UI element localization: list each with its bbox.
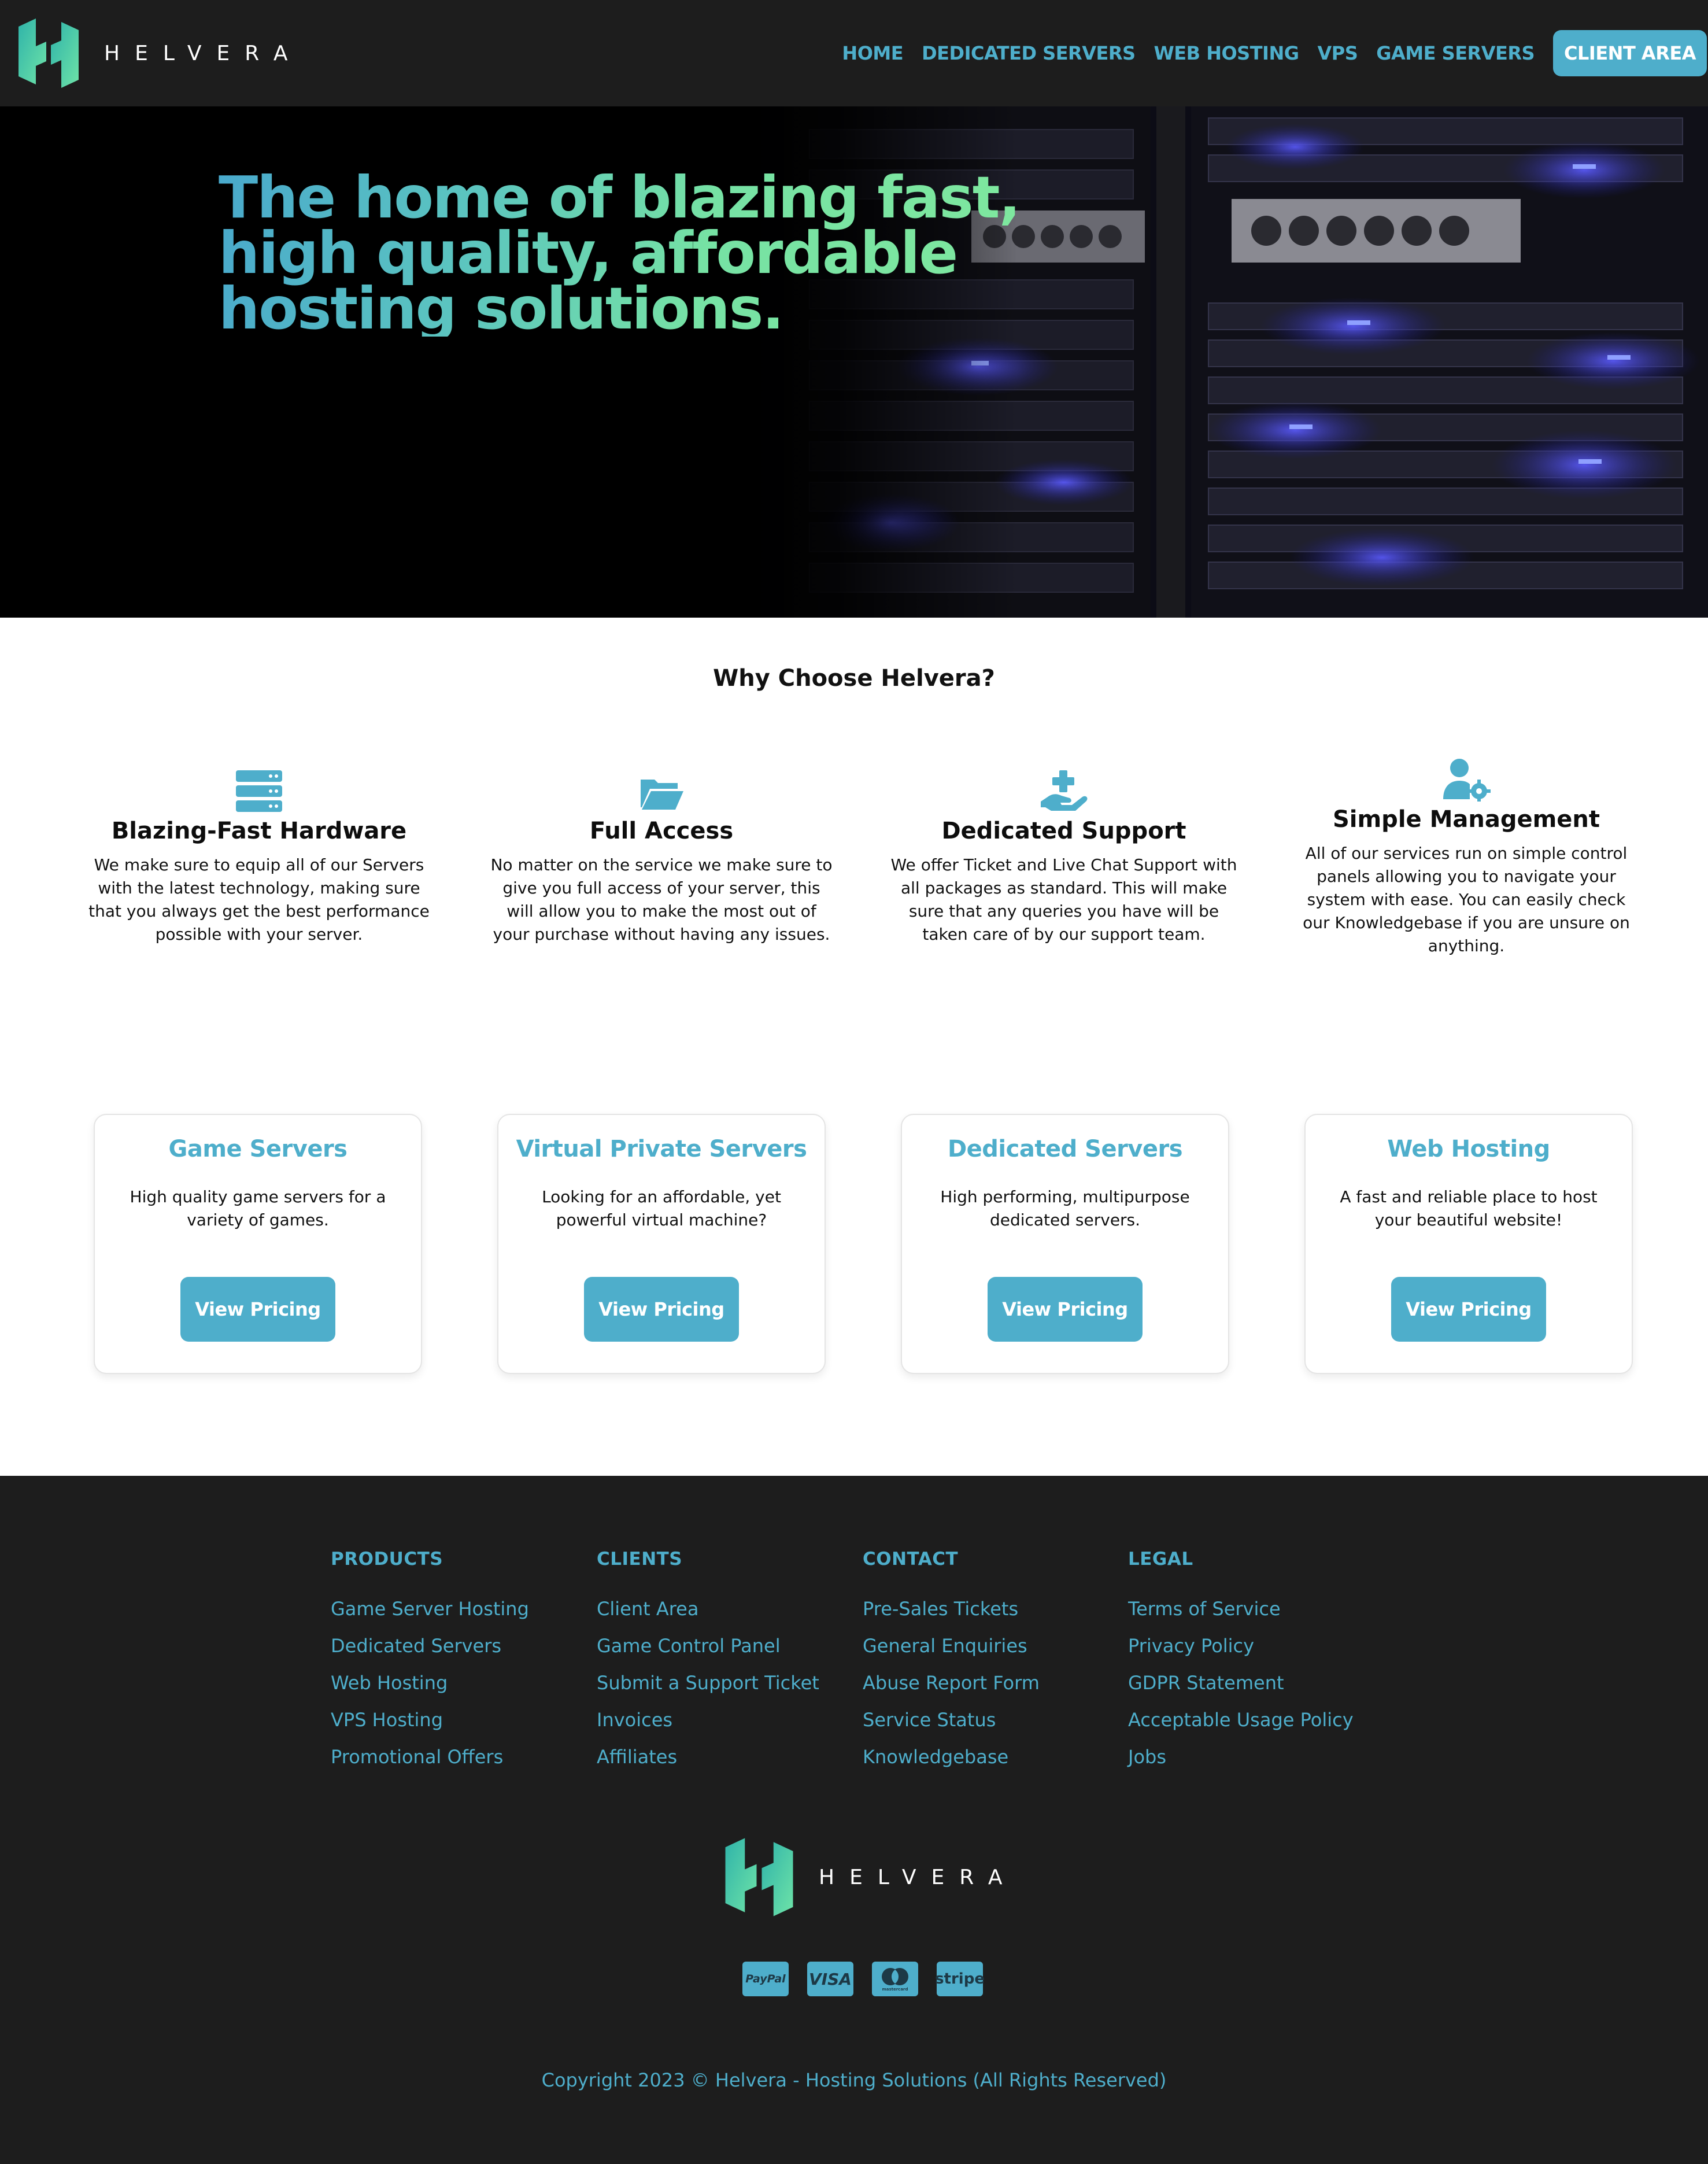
- footer-heading: LEGAL: [1128, 1549, 1193, 1570]
- footer-link[interactable]: Game Control Panel: [597, 1627, 819, 1664]
- footer-link[interactable]: Game Server Hosting: [331, 1590, 529, 1627]
- hero-banner: The home of blazing fast, high quality, …: [0, 106, 1708, 618]
- footer-link[interactable]: General Enquiries: [863, 1627, 1040, 1664]
- footer-link[interactable]: Web Hosting: [331, 1664, 529, 1701]
- folder-open-icon: [641, 780, 683, 810]
- footer-link[interactable]: Affiliates: [597, 1738, 819, 1775]
- hero-headline: The home of blazing fast, high quality, …: [219, 170, 1028, 337]
- site-footer: PRODUCTS Game Server Hosting Dedicated S…: [0, 1476, 1708, 2164]
- footer-heading: CLIENTS: [597, 1549, 683, 1570]
- footer-link[interactable]: Abuse Report Form: [863, 1664, 1040, 1701]
- nav-dedicated-servers[interactable]: DEDICATED SERVERS: [922, 42, 1136, 64]
- footer-heading: CONTACT: [863, 1549, 959, 1570]
- footer-link[interactable]: Jobs: [1128, 1738, 1354, 1775]
- mastercard-icon: mastercard: [872, 1962, 918, 1996]
- hero-line-3: hosting solutions.: [219, 275, 783, 342]
- hand-holding-medical-icon: [1041, 770, 1088, 811]
- feature-title: Blazing-Fast Hardware: [111, 818, 407, 844]
- brand-logo[interactable]: HELVERA: [16, 16, 302, 90]
- feature-full-access: Full Access No matter on the service we …: [482, 769, 841, 946]
- footer-link[interactable]: Dedicated Servers: [331, 1627, 529, 1664]
- product-card-web-hosting: Web Hosting A fast and reliable place to…: [1304, 1114, 1633, 1374]
- server-icon: [236, 770, 282, 812]
- footer-link[interactable]: Submit a Support Ticket: [597, 1664, 819, 1701]
- stripe-icon: stripe: [935, 1962, 985, 1996]
- footer-heading: PRODUCTS: [331, 1549, 443, 1570]
- card-title: Virtual Private Servers: [516, 1136, 807, 1162]
- feature-text: We offer Ticket and Live Chat Support wi…: [890, 855, 1237, 944]
- why-choose-title: Why Choose Helvera?: [713, 665, 995, 692]
- footer-col-legal: LEGAL Terms of Service Privacy Policy GD…: [1128, 1549, 1354, 1775]
- product-card-dedicated: Dedicated Servers High performing, multi…: [901, 1114, 1229, 1374]
- card-text: A fast and reliable place to host your b…: [1340, 1187, 1598, 1229]
- nav-home[interactable]: HOME: [842, 42, 903, 64]
- footer-link[interactable]: GDPR Statement: [1128, 1664, 1354, 1701]
- footer-logo[interactable]: HELVERA: [723, 1836, 1017, 1919]
- product-card-vps: Virtual Private Servers Looking for an a…: [497, 1114, 826, 1374]
- footer-link[interactable]: Invoices: [597, 1701, 819, 1738]
- footer-link[interactable]: Terms of Service: [1128, 1590, 1354, 1627]
- card-title: Dedicated Servers: [947, 1136, 1183, 1162]
- feature-management: Simple Management All of our services ru…: [1287, 758, 1646, 958]
- card-text: High quality game servers for a variety …: [130, 1187, 386, 1229]
- paypal-icon: PayPal: [742, 1962, 789, 1996]
- footer-link[interactable]: VPS Hosting: [331, 1701, 529, 1738]
- user-cog-icon: [1443, 759, 1491, 802]
- card-text: Looking for an affordable, yet powerful …: [542, 1187, 781, 1229]
- helvera-logo-icon: [19, 19, 79, 88]
- feature-text: We make sure to equip all of our Servers…: [88, 855, 430, 944]
- feature-title: Dedicated Support: [941, 818, 1186, 844]
- svg-text:mastercard: mastercard: [882, 1987, 908, 1992]
- feature-title: Full Access: [589, 818, 734, 844]
- footer-col-clients: CLIENTS Client Area Game Control Panel S…: [597, 1549, 819, 1775]
- payment-methods: PayPal VISA mastercard stripe: [742, 1962, 1001, 1996]
- card-text: High performing, multipurpose dedicated …: [940, 1187, 1190, 1229]
- view-pricing-button[interactable]: View Pricing: [1391, 1277, 1546, 1342]
- footer-link[interactable]: Knowledgebase: [863, 1738, 1040, 1775]
- product-card-game-servers: Game Servers High quality game servers f…: [94, 1114, 422, 1374]
- site-header: HELVERA HOME DEDICATED SERVERS WEB HOSTI…: [0, 0, 1708, 106]
- client-area-button[interactable]: CLIENT AREA: [1553, 30, 1707, 76]
- feature-text: No matter on the service we make sure to…: [490, 855, 833, 944]
- view-pricing-button[interactable]: View Pricing: [584, 1277, 739, 1342]
- view-pricing-button[interactable]: View Pricing: [988, 1277, 1143, 1342]
- brand-name: HELVERA: [104, 41, 303, 65]
- brand-name: HELVERA: [819, 1865, 1018, 1889]
- footer-link[interactable]: Privacy Policy: [1128, 1627, 1354, 1664]
- feature-text: All of our services run on simple contro…: [1303, 844, 1630, 955]
- card-title: Game Servers: [168, 1136, 347, 1162]
- footer-col-products: PRODUCTS Game Server Hosting Dedicated S…: [331, 1549, 529, 1775]
- nav-web-hosting[interactable]: WEB HOSTING: [1154, 42, 1300, 64]
- footer-col-contact: CONTACT Pre-Sales Tickets General Enquir…: [863, 1549, 1040, 1775]
- footer-link[interactable]: Promotional Offers: [331, 1738, 529, 1775]
- main-nav: HOME DEDICATED SERVERS WEB HOSTING VPS G…: [842, 30, 1708, 76]
- nav-vps[interactable]: VPS: [1318, 42, 1358, 64]
- visa-icon: VISA: [807, 1962, 853, 1996]
- card-title: Web Hosting: [1387, 1136, 1550, 1162]
- footer-link[interactable]: Service Status: [863, 1701, 1040, 1738]
- view-pricing-button[interactable]: View Pricing: [180, 1277, 335, 1342]
- helvera-logo-icon: [725, 1838, 793, 1916]
- feature-hardware: Blazing-Fast Hardware We make sure to eq…: [80, 769, 438, 946]
- footer-link[interactable]: Acceptable Usage Policy: [1128, 1701, 1354, 1738]
- footer-link[interactable]: Client Area: [597, 1590, 819, 1627]
- nav-game-servers[interactable]: GAME SERVERS: [1376, 42, 1535, 64]
- feature-title: Simple Management: [1332, 806, 1600, 833]
- feature-support: Dedicated Support We offer Ticket and Li…: [885, 769, 1243, 946]
- footer-link[interactable]: Pre-Sales Tickets: [863, 1590, 1040, 1627]
- copyright-text: Copyright 2023 © Helvera - Hosting Solut…: [541, 2069, 1167, 2091]
